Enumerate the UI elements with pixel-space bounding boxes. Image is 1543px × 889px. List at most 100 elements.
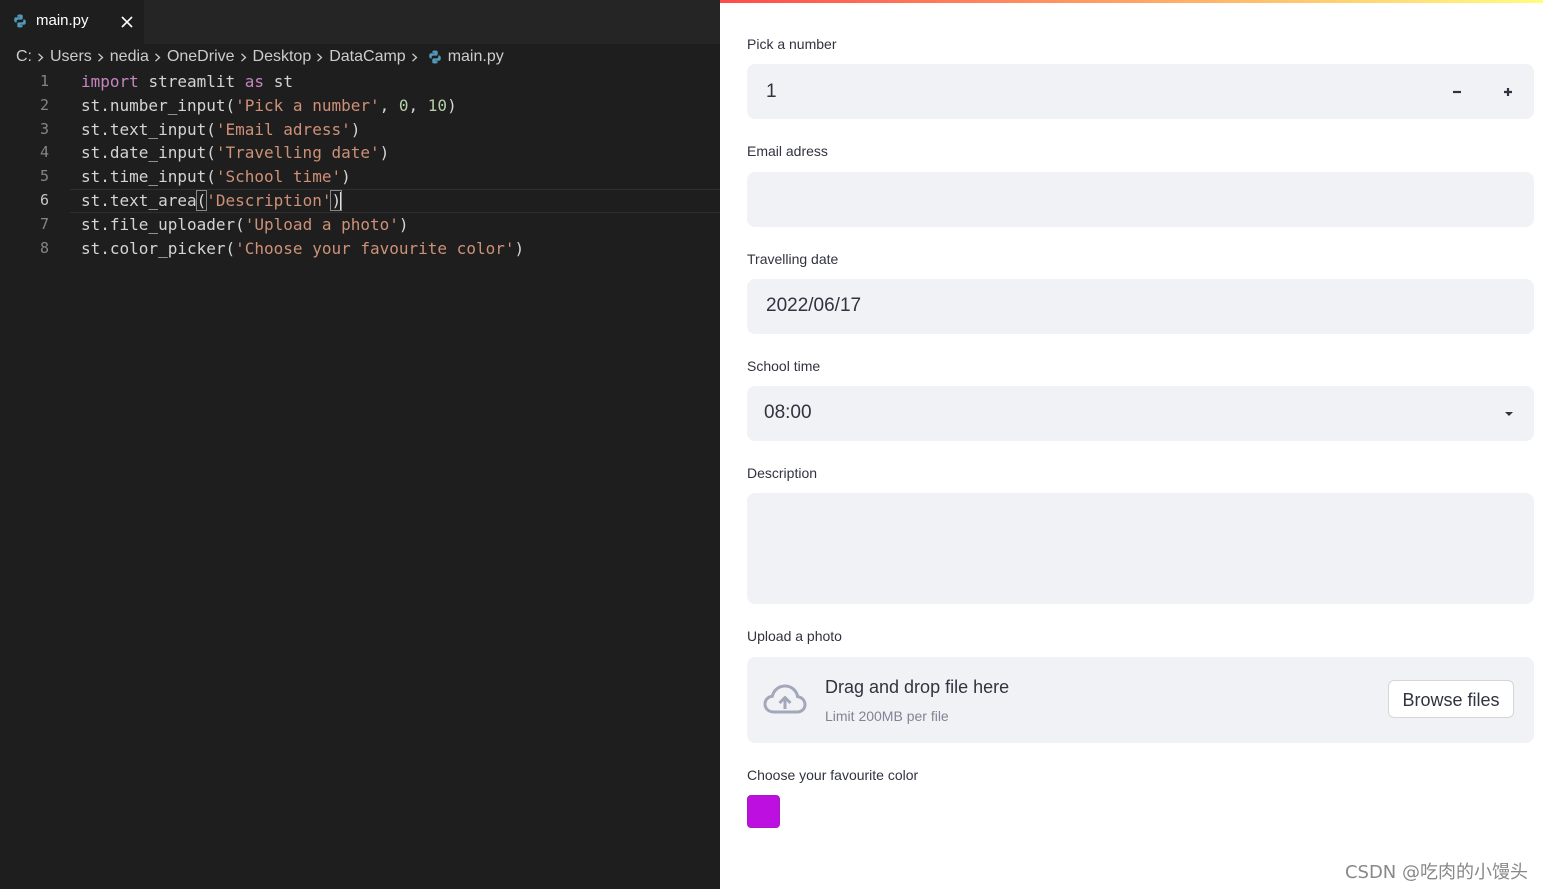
- code-token: 0: [398, 95, 409, 115]
- text-area-label: Description: [747, 465, 818, 481]
- plus-icon[interactable]: [1492, 76, 1524, 108]
- chevron-right-icon: [154, 52, 161, 62]
- line-number: 8: [39, 238, 49, 257]
- code-token: ): [398, 214, 409, 234]
- file-dropzone[interactable]: Drag and drop file here Limit 200MB per …: [747, 657, 1534, 743]
- code-token: ): [514, 238, 525, 258]
- breadcrumb-item[interactable]: C:: [16, 48, 32, 65]
- breadcrumb-item[interactable]: OneDrive: [167, 48, 235, 65]
- browse-files-button[interactable]: Browse files: [1388, 680, 1514, 718]
- code-line[interactable]: 2 st.number_input('Pick a number', 0, 10): [0, 94, 720, 118]
- breadcrumb-item[interactable]: Users: [50, 48, 92, 65]
- code-text: st.number_input('Pick a number', 0, 10): [81, 94, 457, 118]
- number-input[interactable]: 1: [747, 64, 1534, 119]
- code-line[interactable]: 6 st.text_area('Description'): [0, 188, 720, 213]
- code-token: st.text_area: [81, 190, 197, 210]
- chevron-down-icon[interactable]: [1501, 406, 1517, 422]
- email-input-label: Email adress: [747, 143, 828, 159]
- cloud-upload-icon: [763, 684, 807, 714]
- tab-main-py[interactable]: main.py: [0, 0, 144, 44]
- code-token: ,: [408, 95, 428, 115]
- code-token: as: [244, 72, 265, 91]
- date-input[interactable]: 2022/06/17: [747, 279, 1534, 334]
- chevron-right-icon: [317, 52, 323, 62]
- header-decoration: [720, 0, 1543, 3]
- code-token: ): [350, 119, 361, 139]
- code-text: st.date_input('Travelling date'): [81, 141, 389, 165]
- code-token: st.date_input(: [81, 143, 216, 163]
- code-line[interactable]: 8 st.color_picker('Choose your favourite …: [0, 237, 720, 261]
- date-input-value: 2022/06/17: [766, 295, 862, 316]
- code-token: 10: [427, 95, 448, 115]
- drop-text: Drag and drop file here: [825, 677, 1010, 697]
- breadcrumb-item[interactable]: main.py: [448, 48, 504, 65]
- chevron-right-icon: [240, 52, 246, 62]
- code-token: ): [379, 143, 390, 163]
- time-input-label: School time: [747, 358, 821, 374]
- code-line[interactable]: 1 import streamlit as st: [0, 70, 720, 94]
- watermark: CSDN @吃肉的小馒头: [1344, 862, 1528, 883]
- code-token: st.file_uploader(: [81, 214, 245, 234]
- line-number: 1: [39, 72, 49, 90]
- code-text: st.text_area('Description'): [81, 189, 343, 213]
- code-token: 'Travelling date': [215, 143, 380, 163]
- number-input-label: Pick a number: [747, 36, 837, 52]
- code-token: st.color_picker(: [81, 238, 236, 258]
- line-number: 3: [39, 119, 49, 138]
- code-text: st.file_uploader('Upload a photo'): [81, 213, 409, 237]
- minus-icon[interactable]: [1441, 76, 1473, 108]
- line-number: 7: [39, 214, 49, 233]
- code-line[interactable]: 4 st.date_input('Travelling date'): [0, 141, 720, 165]
- email-input[interactable]: [747, 172, 1534, 227]
- code-token: ): [341, 167, 351, 187]
- breadcrumb-item[interactable]: Desktop: [253, 48, 312, 65]
- chevron-right-icon: [411, 52, 418, 62]
- code-token: 'Email adress': [215, 119, 351, 139]
- line-number: 2: [39, 95, 49, 114]
- code-token: streamlit: [148, 72, 236, 91]
- color-swatch[interactable]: [747, 795, 780, 828]
- code-token: (: [195, 189, 208, 211]
- text-cursor: [340, 192, 342, 211]
- code-token: 'Description': [206, 190, 332, 210]
- description-text-area[interactable]: [747, 493, 1534, 604]
- streamlit-app: Pick a number 1 Email adress Travelling …: [720, 0, 1543, 889]
- code-token: ): [447, 95, 457, 115]
- python-file-icon: [428, 50, 441, 64]
- color-picker-label: Choose your favourite color: [747, 767, 919, 783]
- file-uploader-label: Upload a photo: [747, 628, 842, 644]
- breadcrumb: C: Users nedia OneDrive Desktop DataCamp main…: [16, 48, 504, 70]
- time-select[interactable]: 08:00: [747, 386, 1534, 441]
- line-number: 5: [39, 167, 49, 186]
- chevron-right-icon: [38, 52, 44, 62]
- code-text: st.color_picker('Choose your favourite c…: [81, 237, 524, 261]
- code-token: 'Upload a photo': [244, 214, 399, 234]
- code-text: st.time_input('School time'): [81, 165, 351, 189]
- code-token: 'School time': [215, 167, 342, 187]
- code-token: st.time_input(: [81, 167, 216, 187]
- code-token: st.text_input(: [81, 119, 216, 139]
- code-token: 'Choose your favourite color': [235, 238, 515, 258]
- editor-tab-bar: main.py: [0, 0, 720, 44]
- code-line[interactable]: 7 st.file_uploader('Upload a photo'): [0, 213, 720, 237]
- python-file-icon: [14, 14, 26, 28]
- line-number: 6: [39, 190, 49, 209]
- code-line[interactable]: 5 st.time_input('School time'): [0, 165, 720, 189]
- code-line[interactable]: 3 st.text_input('Email adress'): [0, 118, 720, 142]
- breadcrumb-item[interactable]: DataCamp: [329, 48, 405, 65]
- date-input-label: Travelling date: [747, 251, 839, 267]
- close-icon[interactable]: [118, 13, 136, 31]
- code-token: ,: [379, 95, 399, 115]
- number-input-value: 1: [766, 81, 777, 102]
- tab-label: main.py: [36, 12, 89, 29]
- breadcrumb-item[interactable]: nedia: [110, 48, 149, 65]
- file-limit-text: Limit 200MB per file: [825, 708, 949, 724]
- code-token: import: [81, 72, 139, 91]
- code-token: st: [273, 72, 293, 91]
- code-text: st.text_input('Email adress'): [81, 118, 360, 142]
- code-editor: main.py C: Users nedia OneDrive Desktop DataC…: [0, 0, 720, 889]
- code-area[interactable]: 1 import streamlit as st 2 st.number_input(…: [0, 70, 720, 260]
- line-number: 4: [39, 143, 49, 162]
- code-token: 'Pick a number': [235, 95, 380, 115]
- code-text: import streamlit as st: [81, 70, 293, 94]
